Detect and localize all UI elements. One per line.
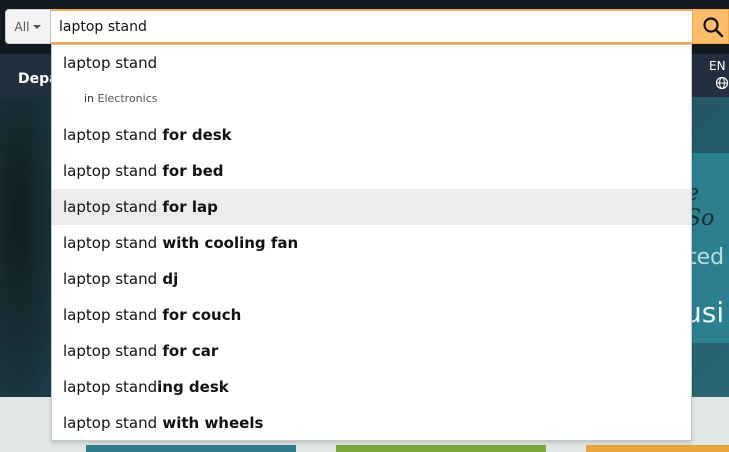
- suggestion-item[interactable]: laptop stand: [52, 45, 691, 81]
- suggestion-prefix: laptop stand: [63, 414, 158, 432]
- suggestion-completion: for lap: [157, 198, 218, 216]
- suggestion-completion: for couch: [157, 306, 242, 324]
- suggestion-text: laptop stand: [63, 54, 158, 72]
- suggestion-item[interactable]: laptop stand for bed: [52, 153, 691, 189]
- suggestion-prefix: laptop stand: [63, 342, 158, 360]
- suggestion-completion: dj: [157, 270, 179, 288]
- suggestion-scope[interactable]: in Electronics: [84, 92, 157, 105]
- suggestion-prefix: laptop stand: [63, 306, 158, 324]
- suggestion-completion: for car: [157, 342, 219, 360]
- suggestion-item[interactable]: laptop stand with cooling fan: [52, 225, 691, 261]
- search-button[interactable]: [692, 9, 729, 44]
- suggestion-prefix: laptop stand: [63, 198, 158, 216]
- suggestion-prefix: laptop stand: [63, 270, 158, 288]
- suggestion-item[interactable]: laptop stand for lap: [52, 189, 691, 225]
- language-selector[interactable]: EN: [709, 59, 729, 73]
- suggestion-prefix: laptop stand: [63, 126, 158, 144]
- suggestion-completion: for bed: [157, 162, 224, 180]
- caret-down-icon: [33, 25, 42, 29]
- suggestion-item[interactable]: laptop stand with wheels: [52, 405, 691, 441]
- suggestion-prefix: laptop stand: [63, 234, 158, 252]
- suggestion-item[interactable]: laptop stand for car: [52, 333, 691, 369]
- search-icon: [703, 17, 724, 38]
- autocomplete-dropdown: laptop stand in Electronics laptop stand…: [51, 44, 692, 441]
- content-card-2[interactable]: [336, 445, 546, 452]
- suggestion-item[interactable]: laptop standing desk: [52, 369, 691, 405]
- suggestion-item[interactable]: laptop stand for couch: [52, 297, 691, 333]
- scope-prefix: in: [84, 92, 95, 105]
- suggestion-item[interactable]: laptop stand dj: [52, 261, 691, 297]
- suggestion-prefix: laptop stand: [63, 378, 158, 396]
- suggestion-completion: ing desk: [157, 378, 229, 396]
- scope-department: Electronics: [97, 92, 158, 105]
- suggestion-completion: with wheels: [157, 414, 264, 432]
- search-bar: All: [5, 9, 729, 44]
- suggestion-prefix: laptop stand: [63, 162, 158, 180]
- search-input[interactable]: [59, 11, 679, 42]
- suggestion-item[interactable]: laptop stand for desk: [52, 117, 691, 153]
- promo-card[interactable]: e So ted usi: [690, 153, 729, 343]
- promo-card-text-3: usi: [690, 296, 725, 329]
- content-card-1[interactable]: [86, 445, 296, 452]
- suggestion-completion: for desk: [157, 126, 232, 144]
- category-label: All: [14, 19, 30, 34]
- promo-card-text-1: e So: [690, 181, 715, 231]
- search-input-wrapper: [51, 9, 692, 44]
- suggestion-completion: with cooling fan: [157, 234, 299, 252]
- promo-card-text-2: ted: [690, 245, 725, 270]
- category-dropdown[interactable]: All: [5, 9, 51, 44]
- content-card-3[interactable]: [586, 445, 729, 452]
- globe-icon[interactable]: [715, 76, 729, 90]
